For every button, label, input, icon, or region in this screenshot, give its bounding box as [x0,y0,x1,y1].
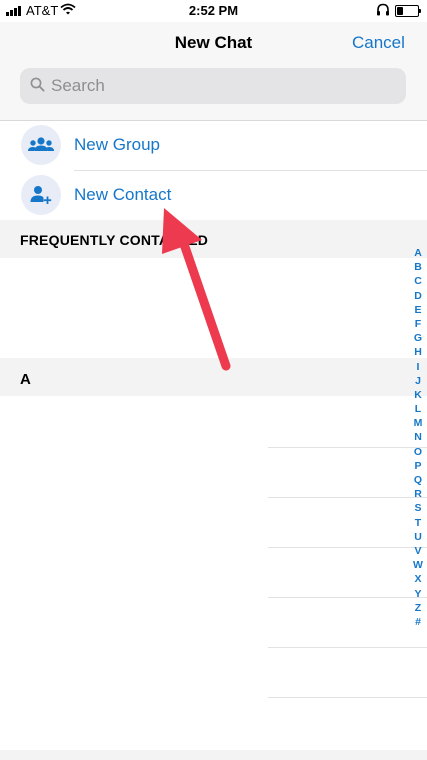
index-letter[interactable]: J [410,374,426,388]
contact-row[interactable] [0,498,427,548]
index-letter[interactable]: X [410,572,426,586]
battery-icon [395,5,421,17]
index-letter[interactable]: Y [410,587,426,601]
index-letter[interactable]: M [410,416,426,430]
index-letter[interactable]: Q [410,473,426,487]
search-input[interactable] [51,74,381,98]
group-icon [21,125,61,165]
row-divider [268,697,427,698]
index-letter[interactable]: G [410,331,426,345]
new-contact-row[interactable]: New Contact [0,170,427,220]
new-group-label: New Group [74,135,160,154]
index-letter[interactable]: B [410,260,426,274]
section-footer [0,750,427,760]
status-time: 2:52 PM [188,3,239,18]
index-letter[interactable]: T [410,516,426,530]
index-letter[interactable]: V [410,544,426,558]
section-title: A [20,371,31,388]
index-letter[interactable]: # [410,615,426,629]
contact-row[interactable] [0,448,427,498]
add-contact-icon [21,175,61,215]
section-header-frequently-contacted: FREQUENTLY CONTACTED [0,220,427,258]
search-icon [30,77,45,97]
index-letter[interactable]: I [410,360,426,374]
index-letter[interactable]: R [410,487,426,501]
alphabet-index[interactable]: A B C D E F G H I J K L M N O P Q R S T U V W X Y Z # [410,246,426,629]
new-contact-label: New Contact [74,185,172,204]
index-letter[interactable]: P [410,459,426,473]
index-letter[interactable]: D [410,289,426,303]
contact-row[interactable] [0,598,427,648]
index-letter[interactable]: S [410,501,426,515]
cancel-button[interactable]: Cancel [352,33,405,53]
headphones-icon [376,3,390,19]
index-letter[interactable]: K [410,388,426,402]
index-letter[interactable]: L [410,402,426,416]
new-group-row[interactable]: New Group [0,120,427,170]
index-letter[interactable]: W [410,558,426,572]
contact-row[interactable] [0,548,427,598]
index-letter[interactable]: F [410,317,426,331]
index-letter[interactable]: U [410,530,426,544]
index-letter[interactable]: H [410,345,426,359]
index-letter[interactable]: E [410,303,426,317]
index-letter[interactable]: A [410,246,426,260]
index-letter[interactable]: N [410,430,426,444]
contact-row[interactable] [0,648,427,698]
contact-row[interactable] [0,398,427,448]
index-letter[interactable]: O [410,445,426,459]
index-letter[interactable]: C [410,274,426,288]
status-bar: AT&T 2:52 PM [0,0,427,22]
section-header-a: A [0,358,427,396]
index-letter[interactable]: Z [410,601,426,615]
section-title: FREQUENTLY CONTACTED [20,232,209,248]
